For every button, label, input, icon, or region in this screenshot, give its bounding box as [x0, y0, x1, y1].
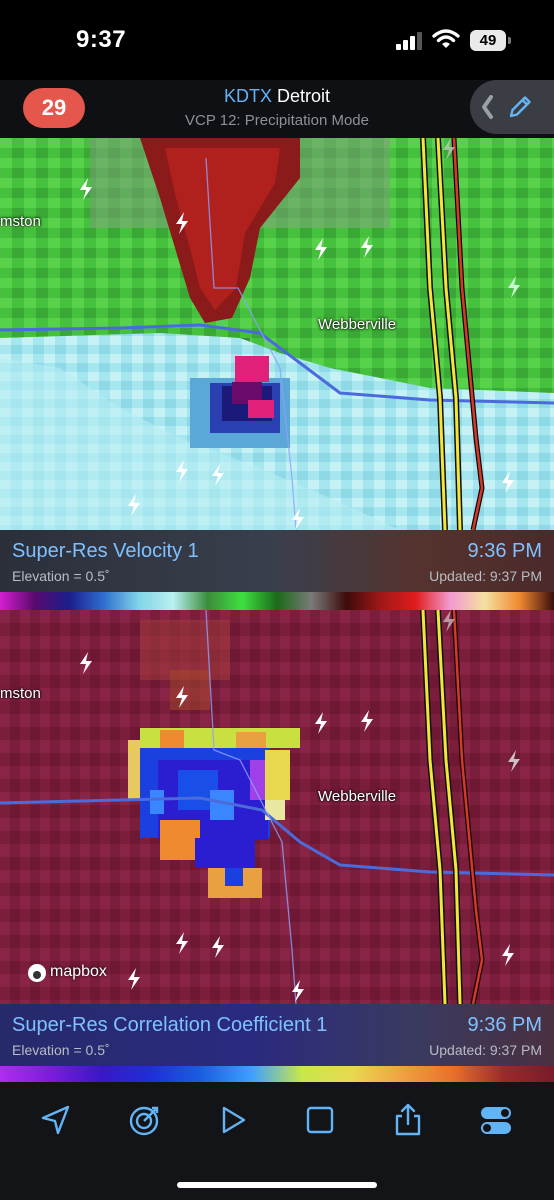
station-city[interactable]: Detroit	[277, 86, 330, 106]
mapbox-text: mapbox	[50, 963, 107, 980]
town-label-webberville: Webberville	[318, 316, 397, 333]
status-time: 9:37	[76, 26, 127, 53]
mapbox-attribution[interactable]: mapbox	[28, 962, 116, 984]
lightning-icon	[361, 710, 373, 732]
lightning-icon	[502, 471, 514, 493]
lightning-icon	[80, 652, 92, 674]
updated-time: Updated: 9:37 PM	[429, 1042, 542, 1058]
lightning-icon	[212, 936, 224, 958]
lightning-icon	[176, 212, 188, 234]
lightning-icon	[361, 236, 373, 258]
lightning-icon	[80, 178, 92, 200]
town-label-west: mston	[0, 213, 41, 230]
lightning-icon	[443, 610, 455, 632]
scan-time: 9:36 PM	[467, 1014, 542, 1036]
lightning-icon	[508, 276, 520, 298]
elevation-label: Elevation = 0.5˚	[12, 1042, 110, 1058]
cellular-signal-icon	[396, 32, 422, 50]
lightning-icon	[128, 968, 140, 990]
product-name[interactable]: Super-Res Correlation Coefficient 1	[12, 1014, 327, 1037]
velocity-map[interactable]: mston Webberville	[0, 138, 554, 530]
station-code[interactable]: KDTX	[224, 86, 272, 106]
lightning-icon	[315, 712, 327, 734]
radar-target-icon[interactable]	[126, 1102, 162, 1138]
lightning-icon	[443, 138, 455, 160]
lightning-icon	[176, 460, 188, 482]
lightning-icon	[502, 944, 514, 966]
header: 29 KDTX Detroit VCP 12: Precipitation Mo…	[0, 80, 554, 138]
scan-time: 9:36 PM	[467, 540, 542, 562]
lightning-icon	[292, 980, 304, 1002]
lightning-icon	[212, 464, 224, 486]
pencil-icon[interactable]	[506, 93, 534, 121]
lightning-icon	[176, 932, 188, 954]
play-icon[interactable]	[215, 1102, 251, 1138]
share-icon[interactable]	[390, 1102, 426, 1138]
square-icon[interactable]	[302, 1102, 338, 1138]
wifi-icon	[432, 29, 460, 48]
lightning-icon	[292, 508, 304, 530]
town-label-webberville: Webberville	[318, 788, 397, 805]
updated-time: Updated: 9:37 PM	[429, 568, 542, 584]
toggles-icon[interactable]	[478, 1102, 514, 1138]
battery-icon: 49	[470, 30, 506, 51]
edit-layers-pill[interactable]	[470, 80, 554, 134]
home-indicator	[177, 1182, 377, 1188]
mapbox-logo-icon	[28, 964, 46, 982]
elevation-label: Elevation = 0.5˚	[12, 568, 110, 584]
lightning-icon	[315, 238, 327, 260]
town-label-west: mston	[0, 685, 41, 702]
location-arrow-icon[interactable]	[38, 1102, 74, 1138]
lightning-icon	[508, 750, 520, 772]
lightning-icon	[128, 494, 140, 516]
battery-tip	[508, 37, 511, 44]
product-name[interactable]: Super-Res Velocity 1	[12, 540, 199, 563]
correlation-info-bar[interactable]: Super-Res Correlation Coefficient 1 Elev…	[0, 1004, 554, 1066]
velocity-color-scale	[0, 592, 554, 610]
velocity-info-bar[interactable]: Super-Res Velocity 1 Elevation = 0.5˚ 9:…	[0, 530, 554, 592]
chevron-left-icon[interactable]	[480, 94, 494, 120]
status-bar: 9:37 49	[0, 0, 554, 80]
lightning-icon	[176, 686, 188, 708]
correlation-map[interactable]: mston Webberville	[0, 610, 554, 1004]
